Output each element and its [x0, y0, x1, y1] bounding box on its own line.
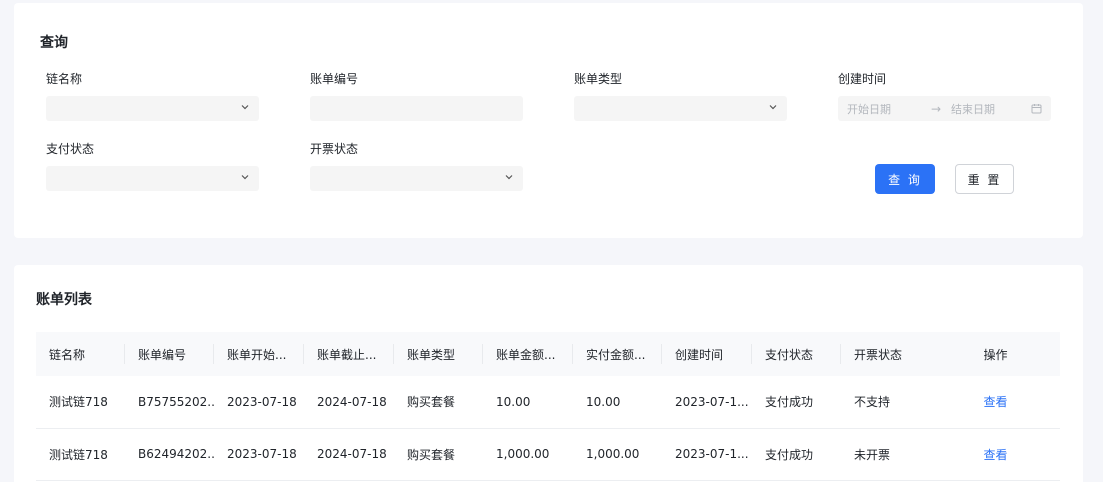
table-cell: 2024-07-18	[304, 428, 394, 481]
chain-name-label: 链名称	[46, 72, 83, 86]
table-cell: 购买套餐	[394, 376, 483, 429]
view-link[interactable]: 查看	[983, 395, 1007, 409]
created-time-label: 创建时间	[838, 72, 887, 86]
chain-name-field: 链名称	[46, 70, 259, 121]
table-row: 测试链718 B62494202... 2023-07-18 2024-07-1…	[36, 428, 1060, 481]
pay-status-label: 支付状态	[46, 142, 95, 156]
table-cell: 支付成功	[752, 428, 841, 481]
bill-no-input-wrap	[310, 96, 523, 121]
table-cell: 1,000.00	[573, 428, 662, 481]
table-cell: 未开票	[841, 428, 931, 481]
column-header: 开票状态	[841, 332, 931, 376]
pay-status-select[interactable]	[46, 166, 259, 191]
table-cell: 测试链718	[36, 428, 125, 481]
chevron-down-icon	[505, 175, 513, 180]
table-row: 测试链718 B75755202... 2023-07-18 2024-07-1…	[36, 376, 1060, 429]
table-cell: 2023-07-1...	[662, 428, 752, 481]
table-cell: 2023-07-18	[214, 376, 304, 429]
created-time-field: 创建时间 开始日期 → 结束日期	[838, 70, 1051, 121]
start-date-placeholder[interactable]: 开始日期	[847, 101, 931, 117]
invoice-status-field: 开票状态	[310, 140, 523, 191]
column-header: 账单编号	[125, 332, 214, 376]
query-panel: 查询 链名称 账单编号 账单类型 创建时间 开始日期 → 结束日期 支付状态 开…	[14, 3, 1083, 238]
invoice-status-select[interactable]	[310, 166, 523, 191]
bill-type-label: 账单类型	[574, 72, 623, 86]
arrow-right-icon: →	[931, 101, 942, 116]
chain-name-select[interactable]	[46, 96, 259, 121]
table-cell: 1,000.00	[483, 428, 573, 481]
end-date-placeholder[interactable]: 结束日期	[951, 101, 1031, 117]
bill-table: 链名称 账单编号 账单开始... 账单截止... 账单类型 账单金额... 实付…	[36, 332, 1060, 481]
column-header: 账单开始...	[214, 332, 304, 376]
column-header: 实付金额...	[573, 332, 662, 376]
table-cell: 不支持	[841, 376, 931, 429]
bill-no-field: 账单编号	[310, 70, 523, 121]
table-cell: 2023-07-18	[214, 428, 304, 481]
column-header: 账单金额...	[483, 332, 573, 376]
table-cell: 10.00	[573, 376, 662, 429]
bill-type-select[interactable]	[574, 96, 787, 121]
bill-list-title: 账单列表	[36, 292, 92, 308]
query-button[interactable]: 查 询	[875, 164, 935, 194]
bill-type-field: 账单类型	[574, 70, 787, 121]
table-cell: 10.00	[483, 376, 573, 429]
table-cell: 支付成功	[752, 376, 841, 429]
table-cell: 2024-07-18	[304, 376, 394, 429]
pay-status-field: 支付状态	[46, 140, 259, 191]
bill-no-label: 账单编号	[310, 72, 359, 86]
reset-button[interactable]: 重 置	[955, 164, 1014, 194]
chevron-down-icon	[241, 105, 249, 110]
table-cell: 2023-07-1...	[662, 376, 752, 429]
column-header: 链名称	[36, 332, 125, 376]
created-time-range-picker[interactable]: 开始日期 → 结束日期	[838, 96, 1051, 121]
bill-no-input[interactable]	[310, 96, 523, 121]
column-header-actions: 操作	[931, 332, 1060, 376]
column-header: 支付状态	[752, 332, 841, 376]
table-cell-actions: 查看	[931, 428, 1060, 481]
column-header: 账单类型	[394, 332, 483, 376]
column-header: 账单截止...	[304, 332, 394, 376]
table-header-row: 链名称 账单编号 账单开始... 账单截止... 账单类型 账单金额... 实付…	[36, 332, 1060, 376]
table-cell: B62494202...	[125, 428, 214, 481]
chevron-down-icon	[241, 175, 249, 180]
table-cell: 购买套餐	[394, 428, 483, 481]
invoice-status-label: 开票状态	[310, 142, 359, 156]
table-cell-actions: 查看	[931, 376, 1060, 429]
calendar-icon	[1031, 104, 1042, 114]
table-cell: B75755202...	[125, 376, 214, 429]
table-cell: 测试链718	[36, 376, 125, 429]
column-header: 创建时间	[662, 332, 752, 376]
query-title: 查询	[40, 35, 68, 51]
chevron-down-icon	[769, 105, 777, 110]
view-link[interactable]: 查看	[983, 448, 1007, 462]
bill-list-panel: 账单列表 链名称 账单编号 账单开始... 账单截止... 账单类型 账单金额.…	[14, 265, 1083, 482]
